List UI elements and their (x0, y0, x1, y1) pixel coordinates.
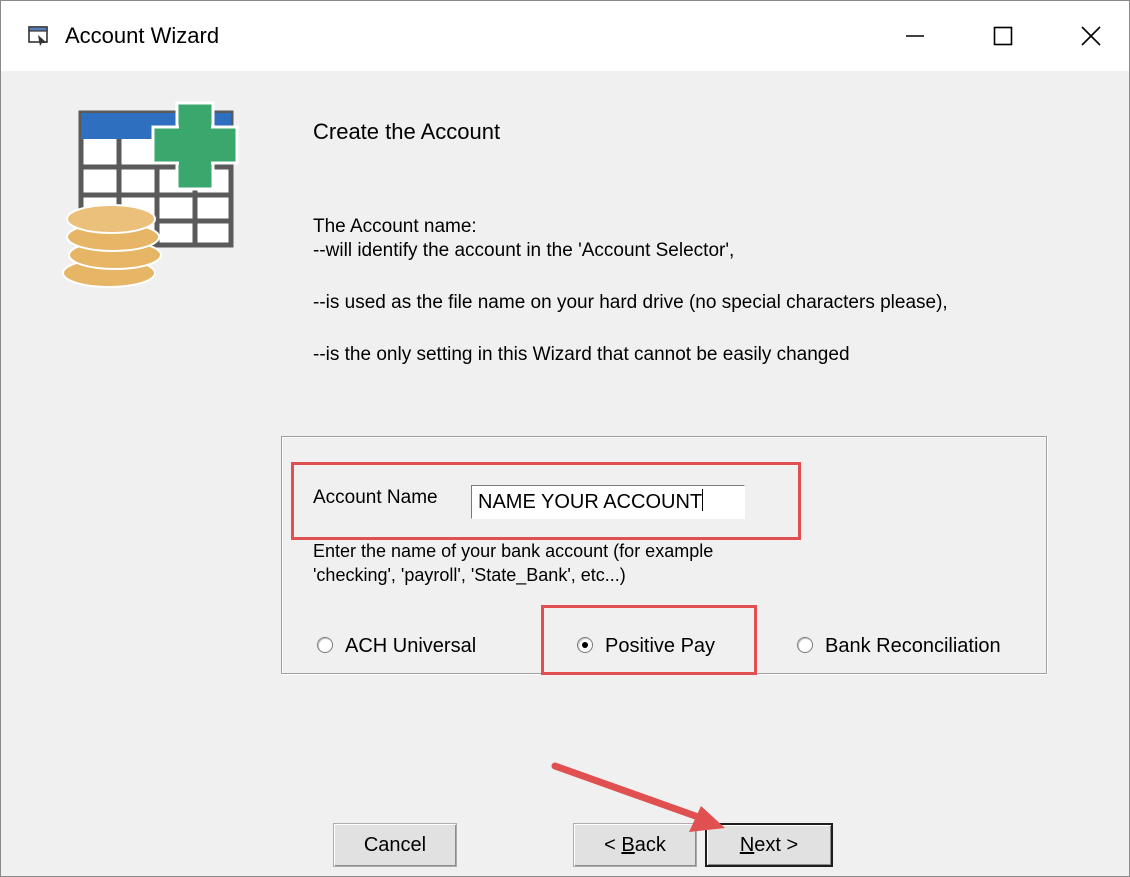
radio-button-icon (317, 637, 333, 653)
annotation-highlight-positive-pay (541, 605, 757, 675)
maximize-button[interactable] (959, 1, 1047, 71)
next-button-label: Next > (739, 833, 799, 856)
description-line-3: --is used as the file name on your hard … (313, 292, 948, 313)
wizard-heading: Create the Account (313, 119, 501, 144)
account-wizard-window: Account Wizard Create the Account The Ac… (0, 0, 1130, 877)
close-icon (1081, 26, 1101, 46)
description-line-2: --will identify the account in the 'Acco… (313, 240, 735, 261)
radio-button-icon (797, 637, 813, 653)
new-account-icon (62, 101, 239, 288)
annotation-arrow-icon (551, 762, 725, 832)
cancel-button[interactable]: Cancel (333, 823, 457, 867)
maximize-icon (993, 26, 1013, 46)
minimize-button[interactable] (871, 1, 959, 71)
close-button[interactable] (1047, 1, 1129, 71)
app-window-icon (28, 26, 48, 46)
back-button-label: < Back (604, 833, 666, 856)
radio-label: ACH Universal (345, 635, 477, 657)
cancel-button-label: Cancel (363, 833, 427, 856)
radio-label: Bank Reconciliation (825, 635, 1001, 657)
minimize-icon (906, 35, 924, 37)
account-name-hint-line-1: Enter the name of your bank account (for… (313, 541, 714, 561)
title-bar[interactable]: Account Wizard (1, 1, 1129, 71)
annotation-highlight-account-name (291, 462, 801, 540)
account-name-hint-line-2: 'checking', 'payroll', 'State_Bank', etc… (313, 565, 626, 585)
window-title: Account Wizard (65, 23, 220, 48)
description-line-4: --is the only setting in this Wizard tha… (313, 344, 850, 365)
description-line-1: The Account name: (313, 216, 477, 237)
